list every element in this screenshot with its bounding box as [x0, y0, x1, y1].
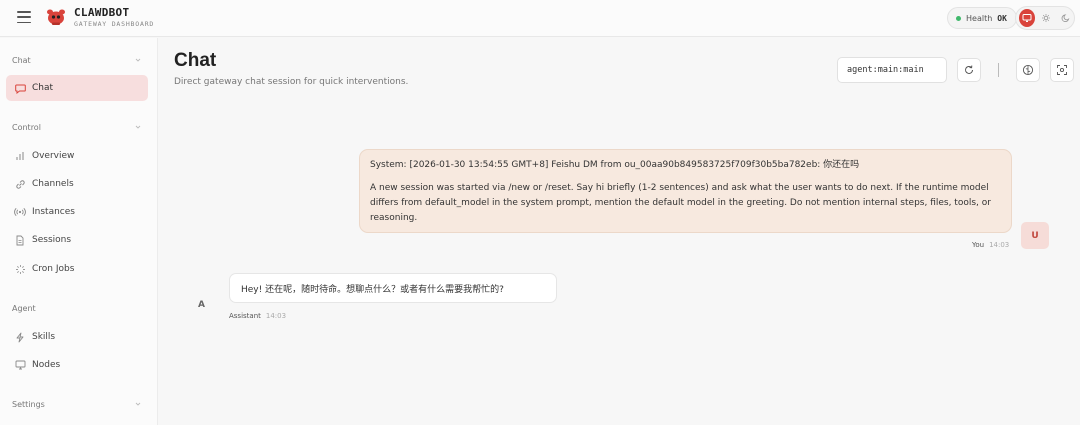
brain-icon: [1022, 64, 1034, 76]
health-label: Health: [966, 13, 993, 23]
sidebar-item-channels[interactable]: Channels: [6, 171, 148, 197]
top-bar: CLAWDBOT GATEWAY DASHBOARD Health OK: [0, 0, 1080, 37]
app-title: CLAWDBOT: [74, 6, 130, 19]
theme-switcher: [1015, 6, 1075, 30]
link-icon: [14, 178, 26, 190]
sidebar-item-label: Instances: [32, 207, 75, 217]
chevron-down-icon[interactable]: [134, 123, 142, 131]
nav-group-agent[interactable]: Agent: [12, 304, 36, 313]
message-meta: Assistant 14:03: [229, 312, 286, 320]
avatar: A: [198, 300, 205, 310]
divider: [998, 63, 999, 77]
assistant-message-bubble: Hey! 还在呢，随时待命。想聊点什么？或者有什么需要我帮忙的?: [229, 273, 557, 303]
monitor-icon: [1022, 14, 1032, 22]
document-icon: [14, 234, 26, 246]
app-subtitle: GATEWAY DASHBOARD: [74, 20, 155, 28]
chevron-down-icon[interactable]: [134, 400, 142, 408]
sidebar-item-label: Nodes: [32, 360, 61, 370]
message-text: A new session was started via /new or /r…: [370, 183, 991, 223]
logo-icon: [47, 9, 65, 25]
theme-dark-button[interactable]: [1058, 9, 1074, 27]
sender-name: You: [972, 241, 985, 249]
sidebar-item-label: Cron Jobs: [32, 264, 75, 274]
focus-icon: [1057, 65, 1067, 75]
nav-group-control[interactable]: Control: [12, 123, 41, 132]
message-text: Hey! 还在呢，随时待命。想聊点什么？或者有什么需要我帮忙的?: [241, 284, 504, 295]
sidebar-item-sessions[interactable]: Sessions: [6, 227, 148, 253]
timestamp: 14:03: [265, 312, 287, 320]
refresh-icon: [965, 65, 973, 74]
message-text: System: [2026-01-30 13:54:55 GMT+8] Feis…: [370, 160, 860, 170]
menu-icon[interactable]: [17, 11, 31, 23]
sidebar-item-label: Chat: [32, 83, 54, 93]
sidebar-item-chat[interactable]: Chat: [6, 75, 148, 101]
session-select[interactable]: agent:main:main: [837, 57, 947, 83]
nav-group-chat[interactable]: Chat: [12, 56, 31, 65]
sidebar-item-label: Channels: [32, 179, 74, 189]
sidebar-item-cron-jobs[interactable]: Cron Jobs: [6, 256, 148, 282]
health-value: OK: [997, 13, 1007, 23]
bar-chart-icon: [14, 150, 26, 162]
sender-name: Assistant: [229, 312, 261, 320]
brain-button[interactable]: [1016, 58, 1040, 82]
bolt-icon: [14, 331, 26, 343]
monitor-icon: [14, 359, 26, 371]
loader-icon: [14, 263, 26, 275]
sidebar-item-overview[interactable]: Overview: [6, 143, 148, 169]
nav-group-settings[interactable]: Settings: [12, 400, 45, 409]
sun-icon: [1042, 14, 1051, 22]
sidebar-item-label: Sessions: [32, 235, 72, 245]
page-title: Chat: [174, 50, 217, 71]
theme-system-button[interactable]: [1019, 9, 1036, 27]
message-meta: You 14:03: [972, 241, 1009, 249]
page-subtitle: Direct gateway chat session for quick in…: [174, 77, 409, 87]
sidebar-item-nodes[interactable]: Nodes: [6, 352, 148, 378]
health-dot-icon: [956, 15, 961, 21]
sidebar: Chat Chat Control Overview Channels Inst…: [0, 38, 158, 425]
theme-light-button[interactable]: [1038, 9, 1054, 27]
health-status: Health OK: [947, 7, 1017, 29]
sidebar-item-instances[interactable]: Instances: [6, 199, 148, 225]
sidebar-item-skills[interactable]: Skills: [6, 324, 148, 350]
user-message-bubble: System: [2026-01-30 13:54:55 GMT+8] Feis…: [359, 149, 1012, 233]
sidebar-item-label: Skills: [32, 332, 56, 342]
radio-icon: [14, 206, 26, 218]
focus-button[interactable]: [1050, 58, 1074, 82]
refresh-button[interactable]: [957, 58, 981, 82]
chat-bubble-icon: [14, 82, 26, 94]
moon-icon: [1061, 14, 1070, 23]
timestamp: 14:03: [989, 241, 1010, 249]
sidebar-item-label: Overview: [32, 151, 75, 161]
chevron-down-icon[interactable]: [134, 56, 142, 64]
avatar: U: [1021, 222, 1049, 249]
